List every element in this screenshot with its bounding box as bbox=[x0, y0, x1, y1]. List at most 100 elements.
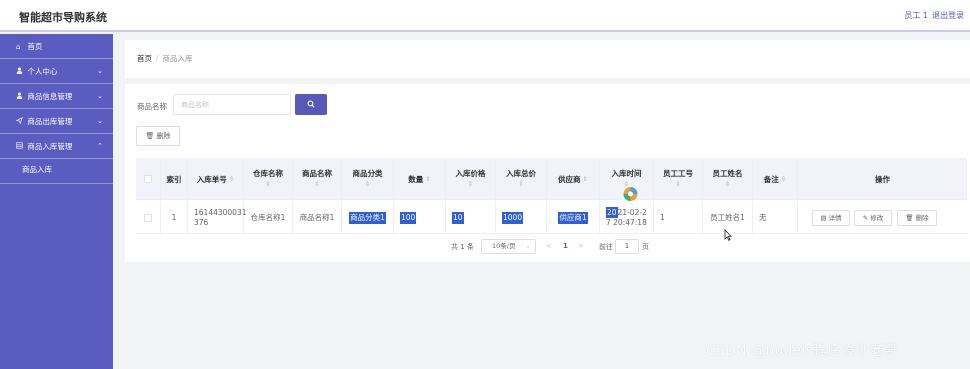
inbound-table: 索引 入库单号 ⇕ 仓库名称 ⇕ 商品名称 ⇕ 商品分类 ⇕ 数量 ⇕ 入库价格 ⇕ 入库总… bbox=[136, 158, 967, 234]
sidebar-subitem-inbound[interactable]: 商品入库 bbox=[0, 159, 113, 184]
page-size-select[interactable]: 10条/页 ⌄ bbox=[481, 239, 536, 254]
cell-time-rest: 21-02-2 bbox=[617, 207, 647, 217]
sidebar-item-outbound[interactable]: 商品出库管理 ⌄ bbox=[0, 109, 113, 134]
sort-icon[interactable]: ⇕ bbox=[675, 179, 680, 190]
page-size-value: 10条/页 bbox=[492, 242, 516, 250]
col-warehouse-label: 仓库名称 bbox=[253, 169, 283, 178]
cell-time-line2: 7 20:47:18 bbox=[606, 217, 647, 227]
row-checkbox[interactable] bbox=[144, 213, 152, 222]
batch-delete-label: 删除 bbox=[156, 132, 171, 140]
cell-price-text: 10 bbox=[452, 211, 464, 224]
next-page-button[interactable]: > bbox=[578, 242, 584, 250]
sort-icon[interactable]: ⇕ bbox=[314, 179, 319, 190]
breadcrumb-home[interactable]: 首页 bbox=[137, 54, 152, 63]
main-card: 商品名称 🗑 删除 索引 入库单号⇕ 仓库名称⇕ 商品名称⇕ 商品分类⇕ 数量⇕… bbox=[125, 84, 970, 262]
col-actions-label: 操作 bbox=[875, 174, 890, 184]
cell-supplier: 供应商1 bbox=[547, 201, 600, 234]
table-row: 1 16144300031 376 仓库名称1 商品名称1 商品分类1 100 1… bbox=[136, 201, 967, 234]
col-supplier[interactable]: 供应商 ⇕ bbox=[547, 158, 600, 200]
col-warehouse[interactable]: 仓库名称 ⇕ bbox=[244, 158, 293, 200]
detail-label: 详情 bbox=[828, 214, 842, 222]
cell-remark: 无 bbox=[753, 201, 798, 234]
cell-quantity: 100 bbox=[394, 201, 446, 234]
cell-time: 2021-02-2 7 20:47:18 bbox=[600, 201, 654, 234]
breadcrumb: 首页 / 商品入库 bbox=[137, 53, 193, 64]
col-quantity[interactable]: 数量 ⇕ bbox=[394, 158, 446, 200]
select-all-checkbox[interactable] bbox=[144, 175, 152, 183]
prev-page-button[interactable]: < bbox=[546, 242, 552, 250]
search-label: 商品名称 bbox=[137, 102, 167, 111]
logout-link[interactable]: 退出登录 bbox=[932, 10, 964, 21]
row-delete-label: 删除 bbox=[915, 214, 929, 222]
sidebar-item-product-info[interactable]: 商品信息管理 ⌄ bbox=[0, 84, 113, 109]
sidebar-item-home[interactable]: ⌂ 首页 bbox=[0, 34, 113, 59]
chevron-down-icon: ⌄ bbox=[97, 117, 103, 125]
row-delete-button[interactable]: 🗑 删除 bbox=[897, 210, 937, 226]
avatar-icon bbox=[623, 187, 638, 201]
trash-icon: 🗑 bbox=[145, 132, 155, 140]
sidebar-subitem-label: 商品入库 bbox=[22, 165, 52, 174]
cell-emp-no: 1 bbox=[654, 201, 703, 234]
sort-icon[interactable]: ⇕ bbox=[425, 174, 430, 185]
sidebar-item-profile[interactable]: 个人中心 ⌄ bbox=[0, 59, 113, 84]
sort-icon[interactable]: ⇕ bbox=[468, 179, 473, 190]
cell-supplier-text: 供应商1 bbox=[558, 211, 588, 224]
home-icon: ⌂ bbox=[16, 43, 21, 51]
sort-icon[interactable]: ⇕ bbox=[781, 174, 786, 185]
app-title: 智能超市导购系统 bbox=[19, 11, 107, 24]
search-button[interactable] bbox=[295, 94, 327, 115]
col-total[interactable]: 入库总价 ⇕ bbox=[496, 158, 547, 200]
cell-index: 1 bbox=[161, 201, 188, 234]
cell-order-no-line2: 376 bbox=[194, 217, 209, 227]
col-order-no-label: 入库单号 bbox=[196, 174, 227, 184]
sort-icon[interactable]: ⇕ bbox=[365, 179, 370, 190]
col-total-label: 入库总价 bbox=[506, 169, 536, 178]
watermark: CSDN @nodejs程序设计老哥 bbox=[706, 343, 899, 359]
search-input[interactable] bbox=[173, 94, 291, 115]
current-user-link[interactable]: 员工 1 bbox=[904, 10, 928, 21]
col-price[interactable]: 入库价格 ⇕ bbox=[446, 158, 496, 200]
sort-icon[interactable]: ⇕ bbox=[725, 179, 730, 190]
chevron-down-icon: ⌄ bbox=[525, 242, 531, 250]
col-category[interactable]: 商品分类 ⇕ bbox=[342, 158, 394, 200]
col-emp-name-label: 员工姓名 bbox=[712, 169, 743, 178]
col-order-no[interactable]: 入库单号 ⇕ bbox=[188, 158, 244, 200]
sidebar-item-label: 商品信息管理 bbox=[27, 92, 73, 101]
cell-time-selected: 20 bbox=[606, 206, 618, 218]
cell-warehouse: 仓库名称1 bbox=[244, 201, 293, 234]
col-quantity-label: 数量 bbox=[408, 174, 424, 184]
edit-button[interactable]: ✎ 修改 bbox=[854, 210, 892, 226]
pagination: 共 1 条 10条/页 ⌄ < 1 > 前往 1 页 bbox=[125, 239, 970, 255]
cell-category: 商品分类1 bbox=[342, 201, 394, 234]
cell-price: 10 bbox=[446, 201, 496, 234]
sort-icon[interactable]: ⇕ bbox=[583, 174, 588, 185]
pencil-icon: ✎ bbox=[862, 214, 869, 222]
row-select-cell bbox=[136, 201, 161, 234]
sort-icon[interactable]: ⇕ bbox=[229, 174, 234, 185]
col-product[interactable]: 商品名称 ⇕ bbox=[293, 158, 342, 200]
col-supplier-label: 供应商 bbox=[558, 174, 581, 184]
search-icon bbox=[307, 100, 315, 108]
mouse-cursor-icon bbox=[724, 229, 732, 241]
goto-page-input[interactable]: 1 bbox=[615, 239, 639, 254]
col-actions: 操作 bbox=[798, 158, 967, 200]
page-number-current[interactable]: 1 bbox=[563, 242, 568, 250]
chevron-down-icon: ⌄ bbox=[97, 92, 103, 100]
cell-time-line1: 2021-02-2 bbox=[606, 206, 647, 218]
col-emp-no[interactable]: 员工工号 ⇕ bbox=[654, 158, 703, 200]
cell-category-text: 商品分类1 bbox=[349, 211, 386, 224]
cell-total: 1000 bbox=[496, 201, 547, 234]
sidebar: ⌂ 首页 个人中心 ⌄ 商品信息管理 ⌄ 商品出库管理 ⌄ 商品入库管理 ⌃ 商… bbox=[0, 34, 113, 369]
breadcrumb-current: 商品入库 bbox=[162, 54, 193, 63]
col-remark[interactable]: 备注 ⇕ bbox=[753, 158, 798, 200]
batch-delete-button[interactable]: 🗑 删除 bbox=[136, 126, 180, 146]
sort-icon[interactable]: ⇕ bbox=[265, 179, 270, 190]
col-category-label: 商品分类 bbox=[352, 169, 383, 178]
col-emp-name[interactable]: 员工姓名 ⇕ bbox=[703, 158, 753, 200]
detail-button[interactable]: ▤ 详情 bbox=[812, 210, 850, 226]
sort-icon[interactable]: ⇕ bbox=[518, 179, 523, 190]
goto-label: 前往 bbox=[599, 243, 613, 251]
sidebar-item-inbound[interactable]: 商品入库管理 ⌃ bbox=[0, 134, 113, 159]
sidebar-item-label: 商品出库管理 bbox=[27, 117, 73, 126]
chevron-up-icon: ⌃ bbox=[97, 142, 103, 150]
